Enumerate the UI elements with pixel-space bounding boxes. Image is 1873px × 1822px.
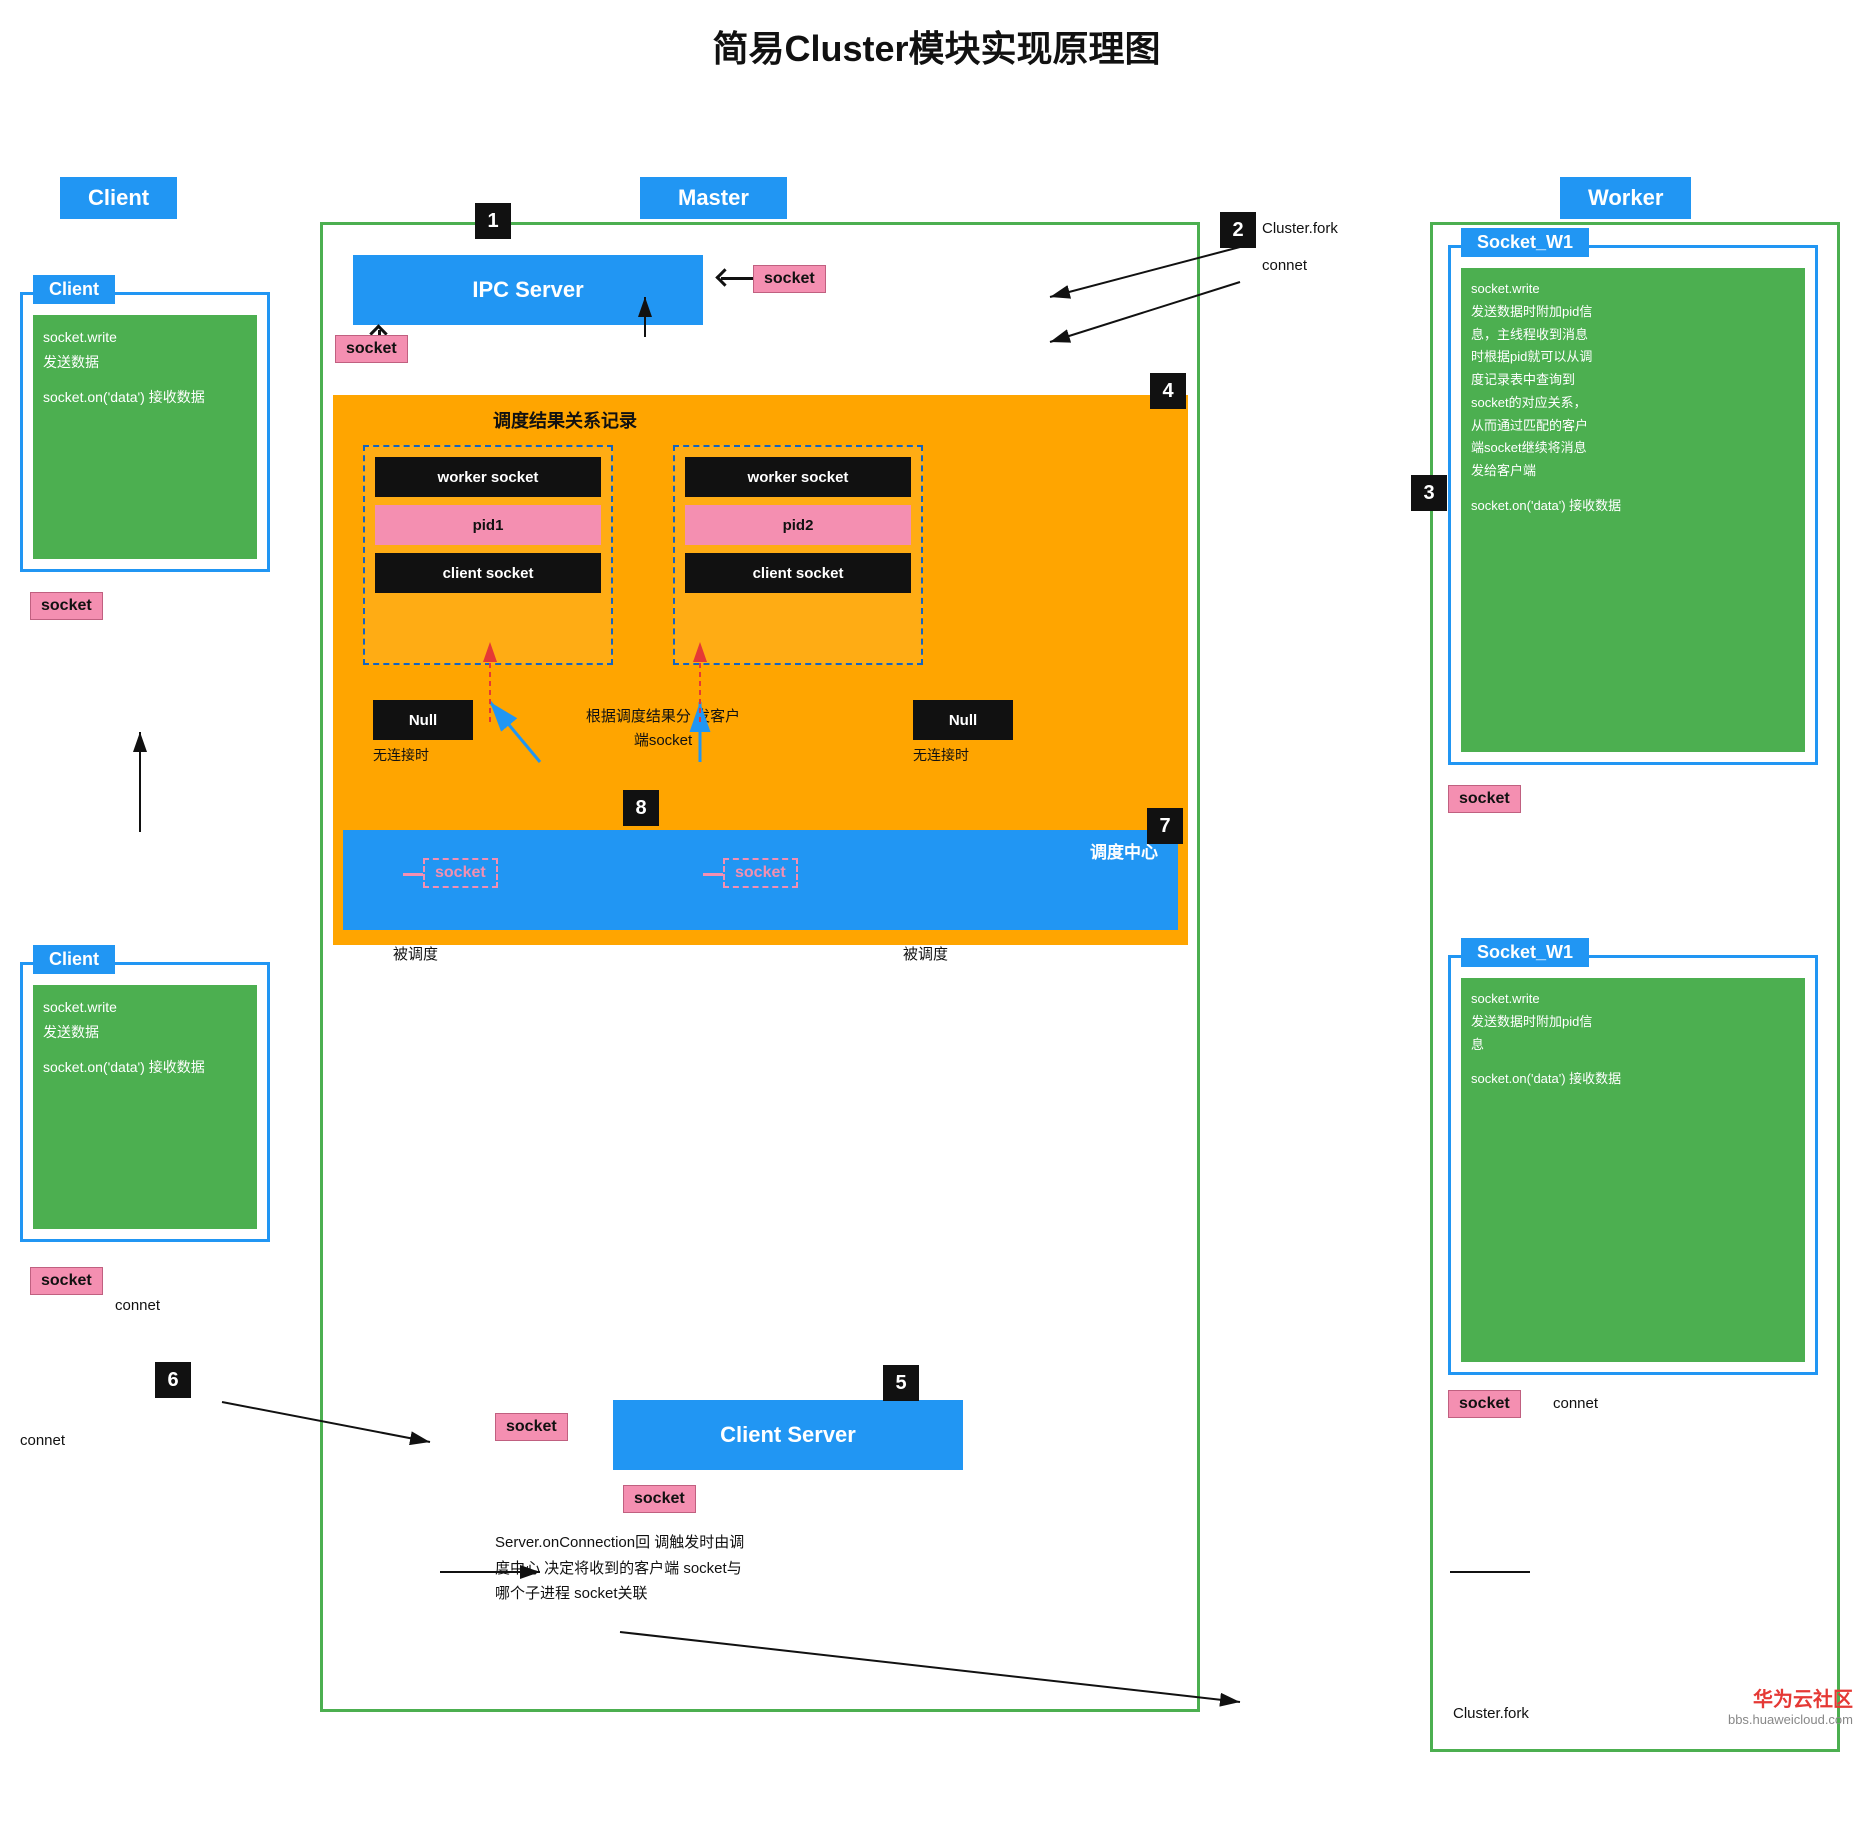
client-socket-cell-left: client socket — [375, 553, 601, 593]
socket-client-1-bottom: socket — [30, 592, 103, 620]
watermark-line2: bbs.huaweicloud.com — [1728, 1712, 1853, 1727]
socket-w1-top-inner: socket.write 发送数据时附加pid信 息，主线程收到消息 时根据pi… — [1461, 268, 1805, 752]
client-2-box: Client socket.write 发送数据 socket.on('data… — [20, 962, 270, 1242]
badge-3: 3 — [1411, 475, 1447, 511]
pid2-cell: pid2 — [685, 505, 911, 545]
ipc-server-label: IPC Server — [472, 277, 583, 303]
watermark: 华为云社区 bbs.huaweicloud.com — [1728, 1683, 1853, 1727]
cluster-fork-bottom: Cluster.fork — [1453, 1705, 1529, 1722]
worker-1-write: socket.write 发送数据时附加pid信 息，主线程收到消息 时根据pi… — [1471, 278, 1795, 483]
worker-outer-box: 3 Socket_W1 socket.write 发送数据时附加pid信 息，主… — [1430, 222, 1840, 1752]
master-outer-box: 1 IPC Server socket socket 4 调度结果关系记录 wo… — [320, 222, 1200, 1712]
schedule-center-box: 调度中心 7 socket socket — [343, 830, 1178, 930]
connet-label-3: connet — [20, 1432, 65, 1449]
badge-8: 8 — [623, 790, 659, 826]
connet-label-2: connet — [115, 1297, 160, 1314]
badge-5: 5 — [883, 1365, 919, 1401]
socket-w1-bottom-box: Socket_W1 socket.write 发送数据时附加pid信 息 soc… — [1448, 955, 1818, 1375]
badge-4: 4 — [1150, 373, 1186, 409]
null-right-box: Null — [913, 700, 1013, 740]
connet-worker-2: connet — [1553, 1395, 1598, 1412]
client-2-recv: socket.on('data') 接收数据 — [43, 1055, 247, 1080]
socket-w1-top-label: Socket_W1 — [1461, 228, 1589, 257]
pid1-cell: pid1 — [375, 505, 601, 545]
client-2-write: socket.write 发送数据 — [43, 995, 247, 1045]
socket-client-server-bottom: socket — [623, 1485, 696, 1513]
worker-socket-cell-right: worker socket — [685, 457, 911, 497]
client-1-inner: socket.write 发送数据 socket.on('data') 接收数据 — [33, 315, 257, 559]
worker-2-write: socket.write 发送数据时附加pid信 息 — [1471, 988, 1795, 1056]
dispatch-record-label: 调度结果关系记录 — [493, 407, 637, 433]
dispatch-desc: 根据调度结果分 发客户端socket — [583, 705, 743, 753]
socket-w1-bottom-inner: socket.write 发送数据时附加pid信 息 socket.on('da… — [1461, 978, 1805, 1362]
socket-ipc-left: socket — [335, 335, 408, 363]
client-1-box: Client socket.write 发送数据 socket.on('data… — [20, 292, 270, 572]
record-table-right: worker socket pid2 client socket — [673, 445, 923, 665]
badge-6: 6 — [155, 1362, 191, 1398]
badge-1: 1 — [475, 203, 511, 239]
no-conn-left: 无连接时 — [373, 745, 429, 765]
watermark-line1: 华为云社区 — [1728, 1683, 1853, 1712]
server-conn-desc: Server.onConnection回 调触发时由调度中心 决定将收到的客户端… — [495, 1530, 745, 1607]
worker-1-recv: socket.on('data') 接收数据 — [1471, 495, 1795, 518]
dispatched-right: 被调度 — [903, 943, 948, 964]
connet-label-1: connet — [1262, 257, 1307, 274]
badge-2: 2 — [1220, 212, 1256, 248]
worker-2-recv: socket.on('data') 接收数据 — [1471, 1068, 1795, 1091]
socket-worker-1-bottom: socket — [1448, 785, 1521, 813]
client-2-inner: socket.write 发送数据 socket.on('data') 接收数据 — [33, 985, 257, 1229]
orange-section: 4 调度结果关系记录 worker socket pid1 client soc… — [333, 395, 1188, 945]
socket-schedule-left: socket — [423, 858, 498, 888]
master-header-label: Master — [640, 177, 787, 219]
badge-7: 7 — [1147, 808, 1183, 844]
client-server-label: Client Server — [720, 1422, 856, 1448]
client-1-write: socket.write 发送数据 — [43, 325, 247, 375]
client-server-box: Client Server — [613, 1400, 963, 1470]
worker-socket-cell-left: worker socket — [375, 457, 601, 497]
worker-header-label: Worker — [1560, 177, 1691, 219]
client-1-label: Client — [33, 275, 115, 304]
dispatched-left: 被调度 — [393, 943, 438, 964]
socket-worker-2-bottom: socket — [1448, 1390, 1521, 1418]
client-header-label: Client — [60, 177, 177, 219]
socket-client-2-bottom: socket — [30, 1267, 103, 1295]
no-conn-right: 无连接时 — [913, 745, 969, 765]
socket-client-server-top: socket — [495, 1413, 568, 1441]
socket-schedule-right: socket — [723, 858, 798, 888]
record-table-left: worker socket pid1 client socket — [363, 445, 613, 665]
page-title: 简易Cluster模块实现原理图 — [0, 0, 1873, 82]
cluster-fork-label-1: Cluster.fork — [1262, 220, 1338, 237]
socket-ipc-right: socket — [753, 265, 826, 293]
socket-w1-bottom-label: Socket_W1 — [1461, 938, 1589, 967]
client-1-recv: socket.on('data') 接收数据 — [43, 385, 247, 410]
client-socket-cell-right: client socket — [685, 553, 911, 593]
null-left-box: Null — [373, 700, 473, 740]
ipc-server-box: IPC Server — [353, 255, 703, 325]
client-2-label: Client — [33, 945, 115, 974]
socket-w1-top-box: Socket_W1 socket.write 发送数据时附加pid信 息，主线程… — [1448, 245, 1818, 765]
